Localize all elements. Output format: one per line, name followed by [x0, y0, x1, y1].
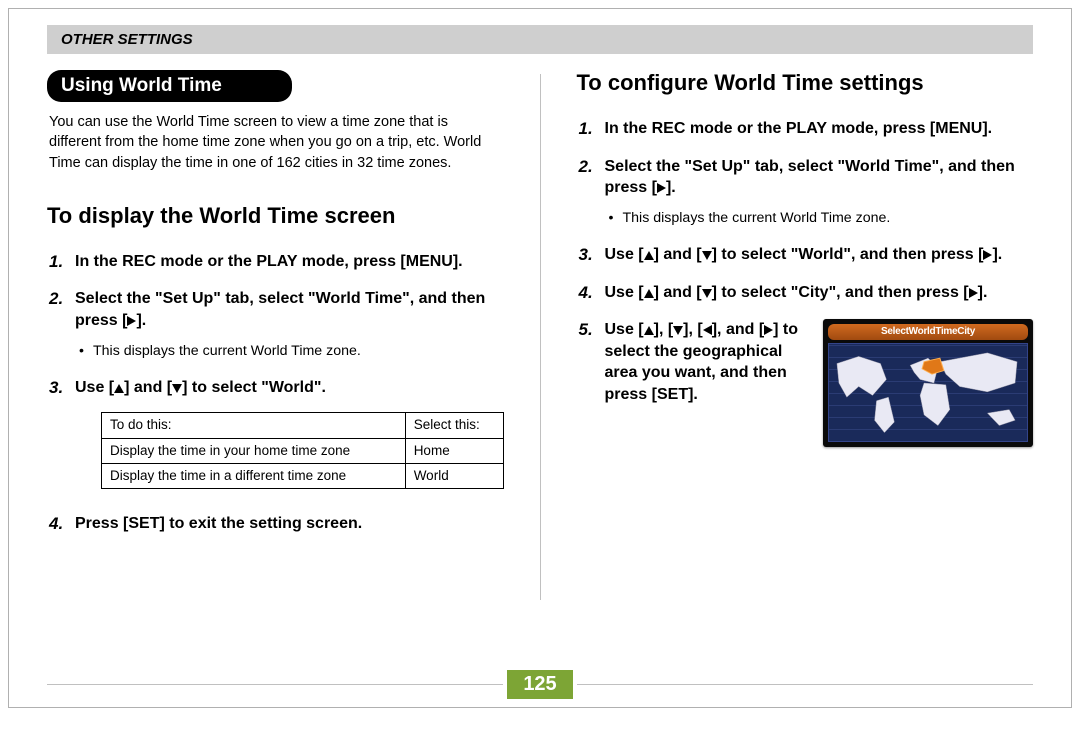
table-row: Display the time in your home time zone … — [102, 438, 504, 463]
up-arrow-icon — [644, 289, 654, 298]
right-step-2-note: This displays the current World Time zon… — [609, 209, 1034, 228]
down-arrow-icon — [702, 251, 712, 260]
right-step-2: Select the "Set Up" tab, select "World T… — [579, 156, 1034, 228]
step-text: Use [ — [605, 284, 644, 301]
page-frame: OTHER SETTINGS Using World Time You can … — [8, 8, 1072, 708]
table-cell: Display the time in a different time zon… — [102, 463, 406, 488]
up-arrow-icon — [644, 326, 654, 335]
step-text: ] and [ — [654, 246, 702, 263]
table-row: Display the time in a different time zon… — [102, 463, 504, 488]
step-text: ] to select "City", and then press [ — [712, 284, 969, 301]
right-step-1: In the REC mode or the PLAY mode, press … — [579, 118, 1034, 140]
table-cell: Home — [405, 438, 503, 463]
right-step-5: Use [], [], [], and [] to select the geo… — [579, 319, 1034, 447]
table-cell: Display the time in your home time zone — [102, 438, 406, 463]
left-step-2-note: This displays the current World Time zon… — [79, 342, 504, 361]
selection-table: To do this: Select this: Display the tim… — [101, 412, 504, 489]
step-text: ]. — [992, 246, 1002, 263]
step-text: Use [ — [605, 246, 644, 263]
left-step-2: Select the "Set Up" tab, select "World T… — [49, 288, 504, 360]
right-step-4: Use [ ] and [ ] to select "City", and then… — [579, 282, 1034, 304]
section-header: OTHER SETTINGS — [47, 25, 1033, 54]
right-step-3: Use [ ] and [ ] to select "World", and the… — [579, 244, 1034, 266]
step-text: Use [ — [75, 379, 114, 396]
table-header-cell: To do this: — [102, 413, 406, 438]
world-map-screenshot: SelectWorldTimeCity — [823, 319, 1033, 447]
step-text: ], [ — [654, 321, 674, 338]
up-arrow-icon — [114, 384, 124, 393]
left-column: Using World Time You can use the World T… — [47, 70, 504, 640]
step-text: ], [ — [683, 321, 703, 338]
step-text: ]. — [978, 284, 988, 301]
manual-page: OTHER SETTINGS Using World Time You can … — [0, 0, 1080, 730]
right-column: To configure World Time settings In the … — [577, 70, 1034, 640]
footer-rule — [577, 684, 1033, 685]
right-heading: To configure World Time settings — [577, 70, 1034, 96]
down-arrow-icon — [673, 326, 683, 335]
step-text: ]. — [136, 312, 146, 329]
step-text: ] and [ — [124, 379, 172, 396]
step-text: ] to select "World", and then press [ — [712, 246, 984, 263]
step-text: ] and [ — [654, 284, 702, 301]
up-arrow-icon — [644, 251, 654, 260]
world-map-image — [828, 343, 1028, 443]
footer-rule — [47, 684, 503, 685]
map-caption: SelectWorldTimeCity — [828, 324, 1028, 340]
step-text: ]. — [666, 179, 676, 196]
table-cell: World — [405, 463, 503, 488]
left-step-3: Use [ ] and [ ] to select "World". To do t… — [49, 377, 504, 489]
topic-pill: Using World Time — [47, 70, 292, 102]
table-header-cell: Select this: — [405, 413, 503, 438]
right-arrow-icon — [764, 325, 773, 335]
step-text: ], and [ — [712, 321, 764, 338]
two-column-layout: Using World Time You can use the World T… — [47, 70, 1033, 640]
column-divider — [540, 74, 541, 600]
left-steps-list: In the REC mode or the PLAY mode, press … — [47, 251, 504, 535]
left-heading: To display the World Time screen — [47, 203, 504, 229]
left-step-1: In the REC mode or the PLAY mode, press … — [49, 251, 504, 273]
right-arrow-icon — [657, 183, 666, 193]
intro-paragraph: You can use the World Time screen to vie… — [49, 112, 504, 173]
down-arrow-icon — [172, 384, 182, 393]
step-text: Use [ — [605, 321, 644, 338]
page-footer: 125 — [9, 670, 1071, 699]
down-arrow-icon — [702, 289, 712, 298]
page-number: 125 — [507, 670, 572, 699]
left-step-4: Press [SET] to exit the setting screen. — [49, 513, 504, 535]
right-arrow-icon — [969, 288, 978, 298]
table-row: To do this: Select this: — [102, 413, 504, 438]
right-steps-list: In the REC mode or the PLAY mode, press … — [577, 118, 1034, 447]
left-arrow-icon — [703, 325, 712, 335]
step-text: ] to select "World". — [182, 379, 326, 396]
